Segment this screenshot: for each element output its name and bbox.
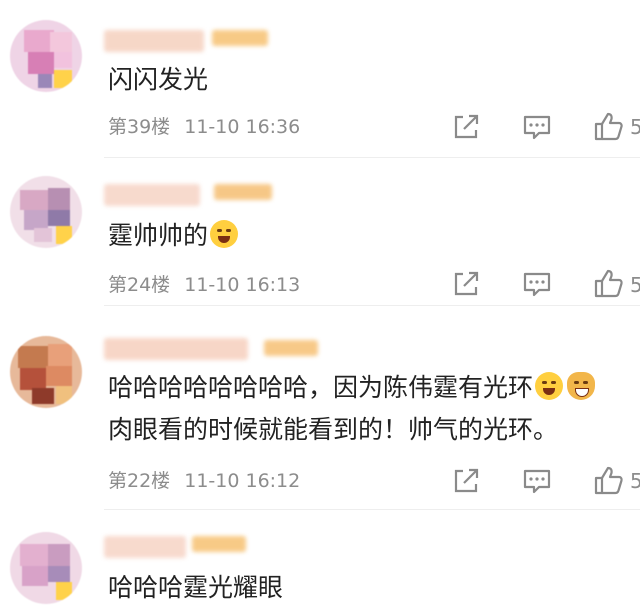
- cat-emoji-icon: [567, 372, 596, 400]
- like-count: 5: [630, 469, 640, 493]
- floor-number: 第24楼: [108, 274, 171, 296]
- comment-item: 霆帅帅的 第24楼 11-10 16:13 5: [0, 158, 640, 306]
- comment-text: 霆帅帅的: [108, 216, 239, 256]
- like-count: 5: [630, 273, 640, 297]
- timestamp: 11-10 16:12: [184, 470, 301, 492]
- user-badge-blurred: [214, 184, 272, 200]
- comment-text-line-1: 哈哈哈哈哈哈哈哈，因为陈伟霆有光环: [108, 368, 596, 408]
- comment-item: 哈哈哈哈哈哈哈哈，因为陈伟霆有光环 肉眼看的时候就能看到的！帅气的光环。 第22…: [0, 306, 640, 510]
- comment-text-line-2: 肉眼看的时候就能看到的！帅气的光环。: [108, 415, 559, 444]
- username-blurred[interactable]: [104, 30, 204, 52]
- comment-text-content: 霆帅帅的: [108, 221, 209, 250]
- floor-number: 第39楼: [108, 116, 171, 138]
- username-blurred[interactable]: [104, 338, 248, 360]
- user-badge-blurred: [212, 30, 268, 46]
- comment-text-content: 哈哈哈哈哈哈哈哈，因为陈伟霆有光环: [108, 373, 534, 402]
- username-blurred[interactable]: [104, 536, 186, 558]
- comment-text: 闪闪发光: [108, 65, 209, 94]
- timestamp: 11-10 16:36: [184, 116, 301, 138]
- comment-meta: 第22楼 11-10 16:12: [108, 469, 300, 493]
- thumbs-up-icon[interactable]: [593, 111, 625, 141]
- avatar[interactable]: [10, 532, 82, 604]
- tears-of-joy-emoji-icon: [535, 372, 564, 400]
- username-blurred[interactable]: [104, 184, 200, 206]
- share-icon[interactable]: [452, 113, 480, 141]
- comment-text: 哈哈哈霆光耀眼: [108, 573, 284, 602]
- avatar[interactable]: [10, 20, 82, 92]
- avatar[interactable]: [10, 336, 82, 408]
- timestamp: 11-10 16:13: [184, 274, 301, 296]
- floor-number: 第22楼: [108, 470, 171, 492]
- share-icon[interactable]: [452, 270, 480, 298]
- comment-meta: 第39楼 11-10 16:36: [108, 115, 300, 139]
- share-icon[interactable]: [452, 467, 480, 495]
- comment-icon[interactable]: [522, 467, 552, 495]
- avatar[interactable]: [10, 176, 82, 248]
- comment-list: 闪闪发光 第39楼 11-10 16:36 5 霆帅帅的 第24楼 11-10 …: [0, 0, 640, 616]
- comment-item: 哈哈哈霆光耀眼: [0, 510, 640, 616]
- comment-icon[interactable]: [522, 113, 552, 141]
- laughing-emoji-icon: [210, 220, 239, 248]
- comment-item: 闪闪发光 第39楼 11-10 16:36 5: [0, 0, 640, 158]
- user-badge-blurred: [264, 340, 318, 356]
- thumbs-up-icon[interactable]: [593, 268, 625, 298]
- thumbs-up-icon[interactable]: [593, 465, 625, 495]
- user-badge-blurred: [192, 536, 246, 552]
- comment-meta: 第24楼 11-10 16:13: [108, 273, 300, 297]
- like-count: 5: [630, 115, 640, 139]
- comment-icon[interactable]: [522, 270, 552, 298]
